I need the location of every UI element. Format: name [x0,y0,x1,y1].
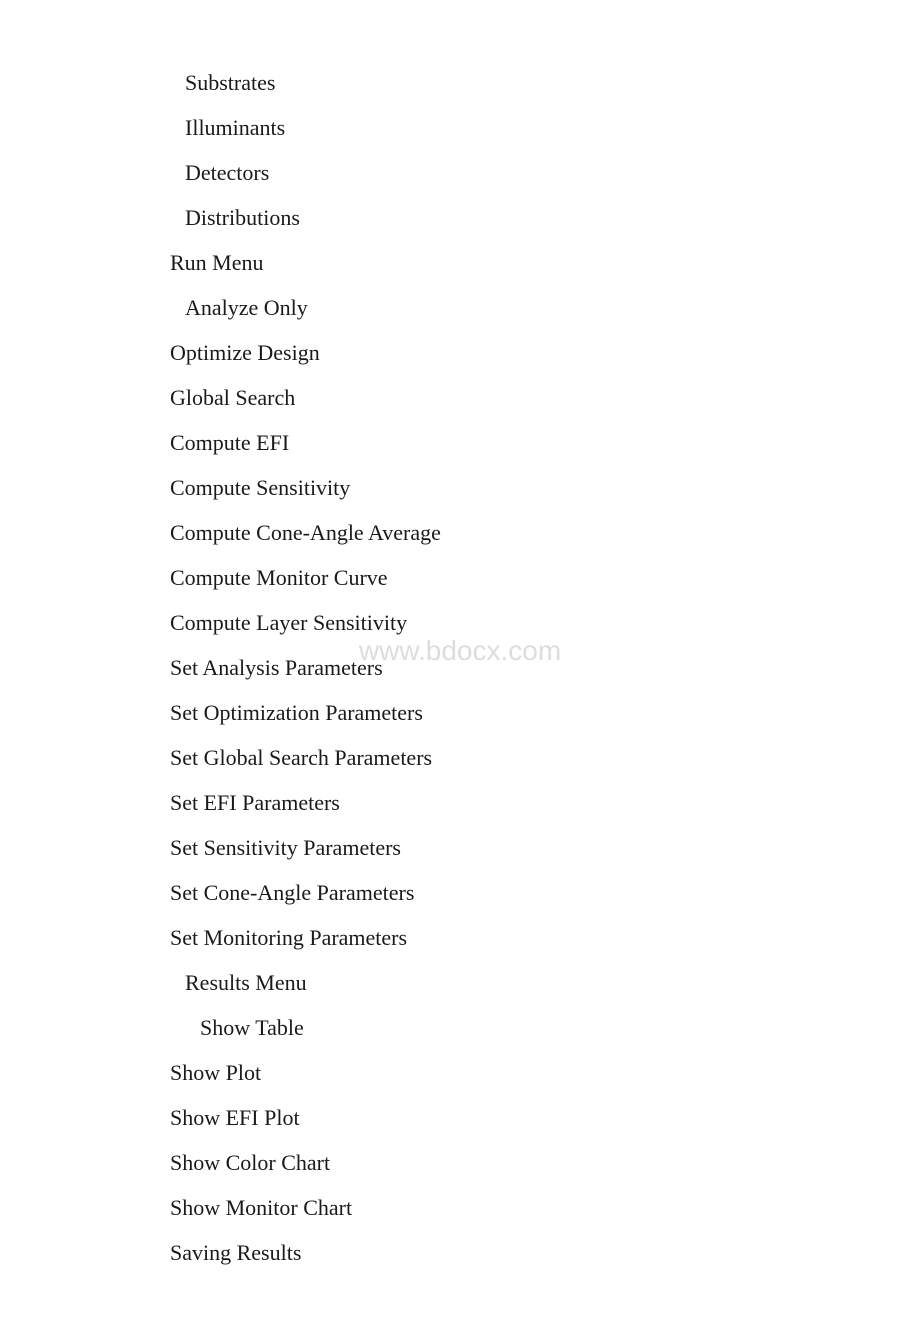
menu-item-global-search[interactable]: Global Search [0,375,920,420]
menu-item-show-monitor-chart[interactable]: Show Monitor Chart [0,1185,920,1230]
menu-item-substrates[interactable]: Substrates [0,60,920,105]
menu-item-compute-monitor-curve[interactable]: Compute Monitor Curve [0,555,920,600]
menu-item-show-plot[interactable]: Show Plot [0,1050,920,1095]
menu-item-set-optimization-parameters[interactable]: Set Optimization Parameters [0,690,920,735]
menu-item-results-menu[interactable]: Results Menu [0,960,920,1005]
menu-item-set-global-search-parameters[interactable]: Set Global Search Parameters [0,735,920,780]
menu-item-set-monitoring-parameters[interactable]: Set Monitoring Parameters [0,915,920,960]
menu-item-show-table[interactable]: Show Table [0,1005,920,1050]
menu-list: SubstratesIlluminantsDetectorsDistributi… [0,60,920,1275]
menu-item-distributions[interactable]: Distributions [0,195,920,240]
menu-item-illuminants[interactable]: Illuminants [0,105,920,150]
menu-item-compute-cone-angle-average[interactable]: Compute Cone-Angle Average [0,510,920,555]
menu-item-saving-results[interactable]: Saving Results [0,1230,920,1275]
menu-item-analyze-only[interactable]: Analyze Only [0,285,920,330]
menu-item-show-color-chart[interactable]: Show Color Chart [0,1140,920,1185]
menu-item-detectors[interactable]: Detectors [0,150,920,195]
menu-item-set-efi-parameters[interactable]: Set EFI Parameters [0,780,920,825]
menu-item-set-cone-angle-parameters[interactable]: Set Cone-Angle Parameters [0,870,920,915]
menu-item-optimize-design[interactable]: Optimize Design [0,330,920,375]
menu-item-compute-sensitivity[interactable]: Compute Sensitivity [0,465,920,510]
menu-item-set-analysis-parameters[interactable]: Set Analysis Parameters [0,645,920,690]
menu-item-compute-layer-sensitivity[interactable]: Compute Layer Sensitivity [0,600,920,645]
menu-item-show-efi-plot[interactable]: Show EFI Plot [0,1095,920,1140]
menu-item-set-sensitivity-parameters[interactable]: Set Sensitivity Parameters [0,825,920,870]
menu-item-run-menu[interactable]: Run Menu [0,240,920,285]
menu-item-compute-efi[interactable]: Compute EFI [0,420,920,465]
